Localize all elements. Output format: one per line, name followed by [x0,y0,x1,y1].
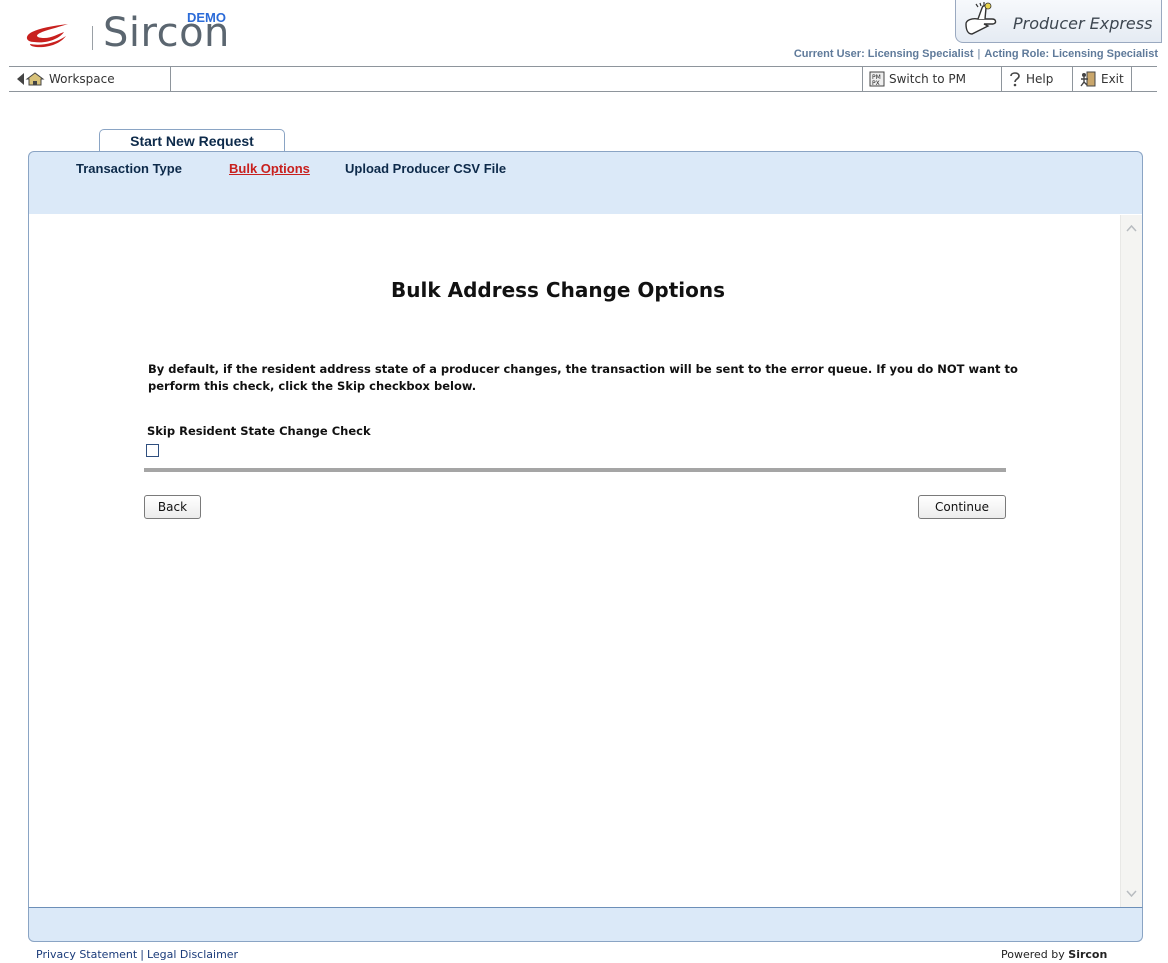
workspace-label: Workspace [49,72,115,86]
privacy-statement-link[interactable]: Privacy Statement [36,948,137,961]
subnav: Transaction Type Bulk Options Upload Pro… [28,151,1143,214]
back-home-icon [17,72,45,86]
producer-express-icon [962,0,1000,40]
switch-to-pm-button[interactable]: PM PX Switch to PM [862,67,1002,91]
acting-role-label: Acting Role: Licensing Specialist [984,48,1158,60]
skip-resident-state-checkbox[interactable] [146,444,159,457]
subnav-bulk-options[interactable]: Bulk Options [229,161,310,176]
powered-by-brand: Sircon [1068,948,1108,961]
legal-disclaimer-link[interactable]: Legal Disclaimer [147,948,238,961]
toolbar: Workspace PM PX Switch to PM Help Exit [9,66,1157,92]
workspace-button[interactable]: Workspace [9,67,171,91]
vertical-scrollbar[interactable] [1120,215,1142,907]
powered-by-prefix: Powered by [1001,948,1065,961]
subnav-upload-csv[interactable]: Upload Producer CSV File [345,161,506,176]
subnav-transaction-type[interactable]: Transaction Type [76,161,182,176]
exit-label: Exit [1101,72,1124,86]
current-user-info: Current User: Licensing Specialist | Actin… [794,48,1158,60]
continue-button[interactable]: Continue [918,495,1006,519]
demo-badge: DEMO [187,10,226,25]
description-text: By default, if the resident address stat… [148,362,1018,393]
pm-icon: PM PX [869,71,885,87]
help-icon [1010,72,1020,87]
exit-icon [1080,71,1096,87]
powered-by: Powered by Sircon [1001,948,1107,961]
svg-text:PX: PX [872,80,880,87]
page-title: Bulk Address Change Options [391,278,726,302]
product-name: Producer Express [1013,14,1153,33]
sircon-logo-mark [24,22,72,48]
help-button[interactable]: Help [1002,67,1066,91]
back-button[interactable]: Back [144,495,201,519]
exit-button[interactable]: Exit [1072,67,1132,91]
current-user-label: Current User: Licensing Specialist [793,48,974,60]
help-label: Help [1026,72,1054,86]
footer-links: Privacy Statement | Legal Disclaimer [36,948,238,961]
panel-footer-bar [28,907,1143,942]
scroll-up-arrow-icon[interactable] [1124,221,1139,236]
divider [144,468,1006,472]
footer-separator: | [140,948,144,961]
skip-checkbox-label: Skip Resident State Change Check [147,424,371,438]
switch-label: Switch to PM [889,72,966,86]
logo-divider [92,26,93,50]
tab-start-new-request[interactable]: Start New Request [99,129,285,151]
content-panel [28,214,1143,907]
separator: | [977,48,981,60]
scroll-down-arrow-icon[interactable] [1124,886,1139,901]
